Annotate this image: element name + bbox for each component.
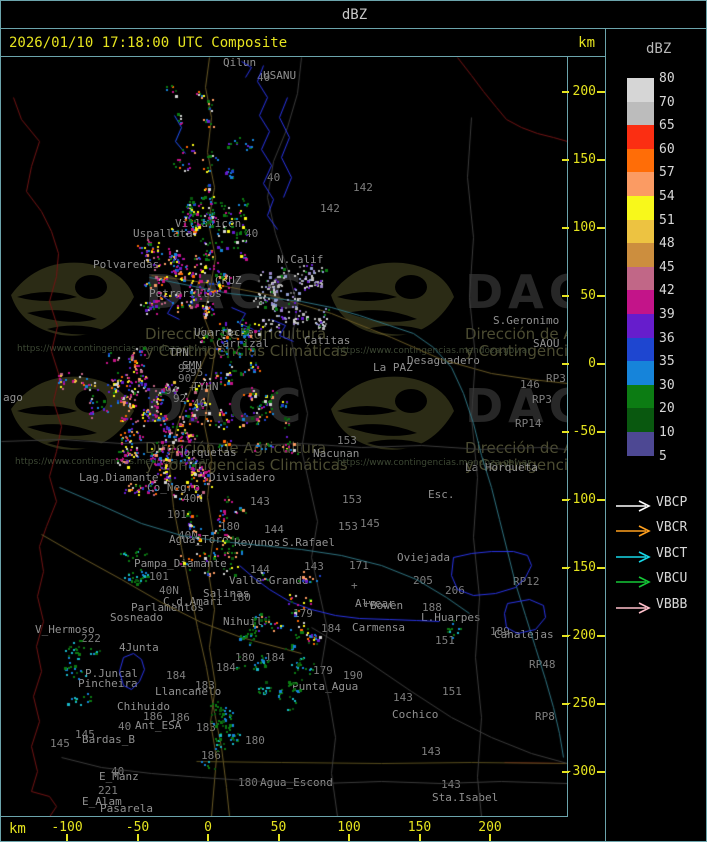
y-tick-label: -100: [564, 492, 596, 507]
arrow-icon: [616, 551, 651, 563]
scale-tick-label: 45: [659, 259, 675, 275]
y-tick-label: -200: [564, 628, 596, 643]
color-swatch: [627, 361, 654, 386]
vector-arrow-vbcu: [614, 573, 654, 592]
timestamp-bar: 2026/01/10 17:18:00 UTC Composite km: [1, 29, 605, 57]
x-axis: km -100 -50 0 50 100 150 200: [1, 817, 605, 841]
scale-tick-label: 20: [659, 401, 675, 417]
x-tick-mark: [277, 834, 280, 841]
scale-tick-label: 51: [659, 212, 675, 228]
radar-app-window: dBZ 2026/01/10 17:18:00 UTC Composite km…: [0, 0, 707, 842]
y-tick-mark-right: [597, 159, 605, 161]
y-tick-mark-right: [597, 91, 605, 93]
color-swatch: [627, 196, 654, 220]
color-swatch: [627, 314, 654, 338]
x-tick-label: 150: [407, 820, 432, 835]
y-tick-mark-right: [597, 703, 605, 705]
y-tick-label: 150: [572, 152, 596, 167]
x-tick-label: 100: [337, 820, 361, 835]
y-tick-mark-right: [597, 771, 605, 773]
vector-label: VBBB: [656, 596, 688, 612]
color-swatch: [627, 101, 654, 126]
y-tick-label: -150: [564, 560, 596, 575]
x-tick-label: -50: [125, 820, 150, 835]
color-swatch: [627, 172, 654, 197]
scale-tick-label: 30: [659, 377, 675, 393]
vector-label: VBCP: [656, 495, 688, 510]
color-swatch: [627, 408, 654, 433]
y-tick-mark-right: [597, 635, 605, 637]
y-tick-mark-right: [597, 499, 605, 501]
x-tick-label: 50: [270, 820, 287, 835]
scale-tick-label: 48: [659, 236, 675, 252]
arrow-icon: [616, 601, 651, 614]
x-tick-mark: [489, 834, 491, 841]
color-swatch: [627, 148, 654, 173]
vector-label: VBCU: [656, 571, 688, 587]
scale-tick-label: 10: [659, 425, 675, 440]
y-tick-label: 200: [572, 84, 596, 99]
color-swatch: [627, 125, 654, 150]
y-axis: 200 150 100 50 0 -50 -100 -150 -200 -250 -300: [562, 57, 605, 816]
radar-map: DACCDirección de Agriculturay Contingenc…: [1, 57, 568, 817]
y-tick-label: -50: [572, 424, 596, 439]
scale-tick-label: 35: [659, 354, 675, 370]
scale-tick-label: 65: [659, 118, 675, 134]
color-swatch: [627, 219, 654, 244]
scale-tick-label: 54: [659, 189, 675, 204]
x-tick-mark: [136, 834, 139, 841]
window-title: dBZ: [341, 7, 368, 23]
color-swatch: [627, 290, 654, 315]
x-tick-mark: [207, 834, 209, 841]
radar-echo-canvas: [1, 57, 567, 816]
vector-arrow-vbct: [614, 548, 654, 567]
color-scale-title: dBZ: [646, 41, 672, 57]
scale-tick-label: 36: [659, 330, 675, 346]
title-bar: dBZ: [1, 1, 706, 29]
x-tick-label: -100: [51, 820, 83, 835]
y-tick-label: 50: [580, 288, 596, 303]
scale-tick-label: 80: [659, 71, 675, 86]
y-tick-mark-right: [597, 227, 605, 229]
arrow-icon: [616, 525, 651, 538]
x-tick-mark: [348, 834, 350, 841]
y-tick-mark-right: [597, 295, 605, 297]
y-tick-label: -300: [564, 764, 596, 779]
vector-arrow-vbcp: [614, 497, 654, 516]
vector-label: VBCR: [656, 520, 688, 536]
y-tick-label: -250: [564, 696, 596, 711]
color-swatch: [627, 78, 654, 102]
vector-label: VBCT: [656, 545, 688, 561]
scale-tick-label: 42: [659, 283, 675, 299]
legend-panel: dBZ 80 70 65 60 57 54 51 48 45 42 39 36 35 30 20 10 5 VB…: [605, 29, 706, 841]
color-swatch: [627, 432, 654, 456]
scale-tick-label: 39: [659, 307, 675, 322]
scale-tick-label: 5: [659, 448, 667, 464]
vector-arrow-vbbb: [614, 599, 654, 618]
scale-tick-label: 70: [659, 94, 675, 110]
color-swatch: [627, 266, 654, 291]
x-axis-unit-label: km: [9, 821, 26, 837]
y-tick-label: 100: [572, 220, 596, 235]
color-swatch: [627, 337, 654, 362]
scale-tick-label: 60: [659, 141, 675, 157]
timestamp-label: 2026/01/10 17:18:00 UTC Composite: [9, 35, 288, 51]
arrow-icon: [616, 576, 651, 588]
x-tick-mark: [66, 834, 68, 841]
scale-tick-label: 57: [659, 165, 675, 181]
vector-arrow-vbcr: [614, 522, 654, 541]
y-tick-mark-right: [597, 363, 605, 365]
y-axis-unit-label: km: [578, 35, 595, 51]
x-tick-label: 200: [478, 820, 502, 835]
color-swatch: [627, 243, 654, 268]
y-tick-mark-right: [597, 431, 605, 433]
y-tick-label: 0: [588, 356, 596, 371]
y-tick-mark-right: [597, 567, 605, 569]
x-tick-mark: [418, 834, 421, 841]
x-tick-label: 0: [204, 820, 212, 835]
color-swatch: [627, 384, 654, 409]
arrow-icon: [616, 500, 651, 512]
